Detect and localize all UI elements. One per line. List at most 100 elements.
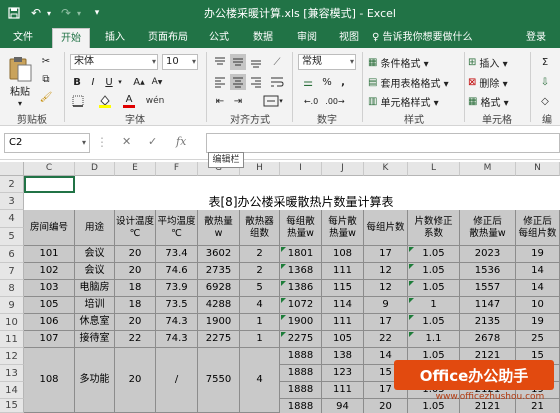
column-header[interactable]: H <box>240 162 280 176</box>
number-format-select[interactable]: 常规 ▾ <box>298 54 356 70</box>
table-cell[interactable]: 4 <box>240 297 280 314</box>
customize-toolbar-icon[interactable]: ▾ <box>90 4 104 22</box>
table-header-cell[interactable]: 散热量 w <box>198 210 240 246</box>
table-cell[interactable]: 1888 <box>280 365 322 382</box>
column-header[interactable]: E <box>115 162 156 176</box>
table-cell[interactable]: 培训 <box>75 297 115 314</box>
row-header[interactable]: 11 <box>0 331 24 348</box>
undo-icon[interactable]: ↶ <box>28 4 44 22</box>
table-header-cell[interactable]: 设计温度 ℃ <box>115 210 156 246</box>
increase-indent-icon[interactable]: ⇥ <box>230 94 246 108</box>
tell-me-search[interactable]: ♀ 告诉我你想要做什么 <box>372 28 500 48</box>
table-cell[interactable]: 111 <box>322 263 364 280</box>
comma-style-icon[interactable]: , <box>336 74 350 90</box>
row-header[interactable]: 14 <box>0 382 24 399</box>
table-header-cell[interactable]: 修正后 散热量w <box>460 210 516 246</box>
autosum-icon[interactable]: Σ <box>536 54 554 70</box>
column-header[interactable]: M <box>460 162 516 176</box>
name-box[interactable]: C2 ▾ <box>4 133 90 153</box>
row-header[interactable]: 8 <box>0 280 24 297</box>
table-cell[interactable]: 1.05 <box>408 314 460 331</box>
table-cell[interactable]: 1536 <box>460 263 516 280</box>
table-cell[interactable]: 1888 <box>280 348 322 365</box>
table-cell[interactable]: 111 <box>322 382 364 399</box>
phonetic-guide-icon[interactable]: wén <box>146 94 165 108</box>
format-painter-icon[interactable]: 🖌 <box>38 90 54 104</box>
table-cell[interactable]: 1.05 <box>408 280 460 297</box>
table-cell[interactable]: 1888 <box>280 382 322 399</box>
table-cell[interactable]: 1 <box>408 297 460 314</box>
paste-dropdown-icon[interactable]: ▾ <box>10 98 30 108</box>
clear-icon[interactable]: ◇ <box>536 94 554 108</box>
table-cell[interactable]: 74.3 <box>156 331 198 348</box>
table-cell[interactable]: 22 <box>364 331 408 348</box>
column-header[interactable]: L <box>408 162 460 176</box>
table-cell[interactable]: 12 <box>364 263 408 280</box>
merged-cell[interactable]: / <box>156 348 198 413</box>
tab-review[interactable]: 审阅 <box>290 28 324 48</box>
row-header[interactable]: 12 <box>0 348 24 365</box>
table-cell[interactable]: 19 <box>516 246 560 263</box>
table-cell[interactable]: 19 <box>516 314 560 331</box>
table-cell[interactable]: 12 <box>364 280 408 297</box>
table-cell[interactable]: 2678 <box>460 331 516 348</box>
save-icon[interactable] <box>6 4 22 22</box>
table-cell[interactable]: 123 <box>322 365 364 382</box>
orientation-icon[interactable]: ⟋ <box>268 54 286 70</box>
table-cell[interactable]: 73.9 <box>156 280 198 297</box>
underline-icon[interactable]: U <box>102 74 116 90</box>
table-cell[interactable]: 111 <box>322 314 364 331</box>
row-header[interactable]: 9 <box>0 297 24 314</box>
table-cell[interactable]: 1.05 <box>408 246 460 263</box>
table-cell[interactable]: 114 <box>322 297 364 314</box>
format-as-table-button[interactable]: ▤ 套用表格格式 ▾ <box>368 74 462 90</box>
table-cell[interactable]: 1 <box>240 314 280 331</box>
align-left-icon[interactable] <box>212 74 228 90</box>
table-cell[interactable]: 2135 <box>460 314 516 331</box>
formula-bar-more-icon[interactable]: ⋮ <box>96 135 108 149</box>
table-cell[interactable]: 20 <box>115 314 156 331</box>
column-header[interactable]: J <box>322 162 364 176</box>
table-cell[interactable]: 1801 <box>280 246 322 263</box>
table-header-cell[interactable]: 散热器 组数 <box>240 210 280 246</box>
table-cell[interactable]: 2735 <box>198 263 240 280</box>
table-cell[interactable]: 18 <box>115 297 156 314</box>
grow-font-icon[interactable]: A ▲ <box>132 74 146 90</box>
table-cell[interactable]: 25 <box>516 331 560 348</box>
format-cells-button[interactable]: ▦ 格式 ▾ <box>468 94 524 109</box>
increase-decimal-icon[interactable]: ←.0 <box>300 94 322 108</box>
table-cell[interactable]: 106 <box>24 314 75 331</box>
table-cell[interactable]: 9 <box>364 297 408 314</box>
column-header[interactable]: I <box>280 162 322 176</box>
percent-style-icon[interactable]: % <box>320 74 334 90</box>
accounting-format-icon[interactable]: ⚌ <box>298 74 318 90</box>
table-cell[interactable]: 1.05 <box>408 263 460 280</box>
fill-color-icon[interactable] <box>96 94 114 108</box>
table-cell[interactable]: 102 <box>24 263 75 280</box>
row-header[interactable]: 6 <box>0 246 24 263</box>
merge-center-icon[interactable]: ▾ <box>260 94 286 108</box>
table-cell[interactable]: 107 <box>24 331 75 348</box>
tab-page-layout[interactable]: 页面布局 <box>140 28 196 48</box>
undo-dropdown-icon[interactable]: ▾ <box>44 4 54 22</box>
table-cell[interactable]: 20 <box>115 263 156 280</box>
table-cell[interactable]: 1386 <box>280 280 322 297</box>
sign-in-link[interactable]: 登录 <box>516 28 556 48</box>
tab-view[interactable]: 视图 <box>332 28 366 48</box>
merged-cell[interactable]: 多功能 <box>75 348 115 413</box>
table-cell[interactable]: 74.6 <box>156 263 198 280</box>
table-header-cell[interactable]: 房间编号 <box>24 210 75 246</box>
tab-formulas[interactable]: 公式 <box>202 28 236 48</box>
table-cell[interactable]: 14 <box>516 280 560 297</box>
row-header[interactable]: 13 <box>0 365 24 382</box>
italic-icon[interactable]: I <box>86 74 100 90</box>
underline-dropdown-icon[interactable]: ▾ <box>116 74 124 90</box>
column-header[interactable]: D <box>75 162 115 176</box>
table-cell[interactable]: 1 <box>240 331 280 348</box>
table-header-cell[interactable]: 片数修正 系数 <box>408 210 460 246</box>
merged-cell[interactable]: 20 <box>115 348 156 413</box>
table-header-cell[interactable]: 每片散 热量w <box>322 210 364 246</box>
table-cell[interactable]: 73.5 <box>156 297 198 314</box>
table-cell[interactable]: 74.3 <box>156 314 198 331</box>
table-cell[interactable]: 2275 <box>280 331 322 348</box>
